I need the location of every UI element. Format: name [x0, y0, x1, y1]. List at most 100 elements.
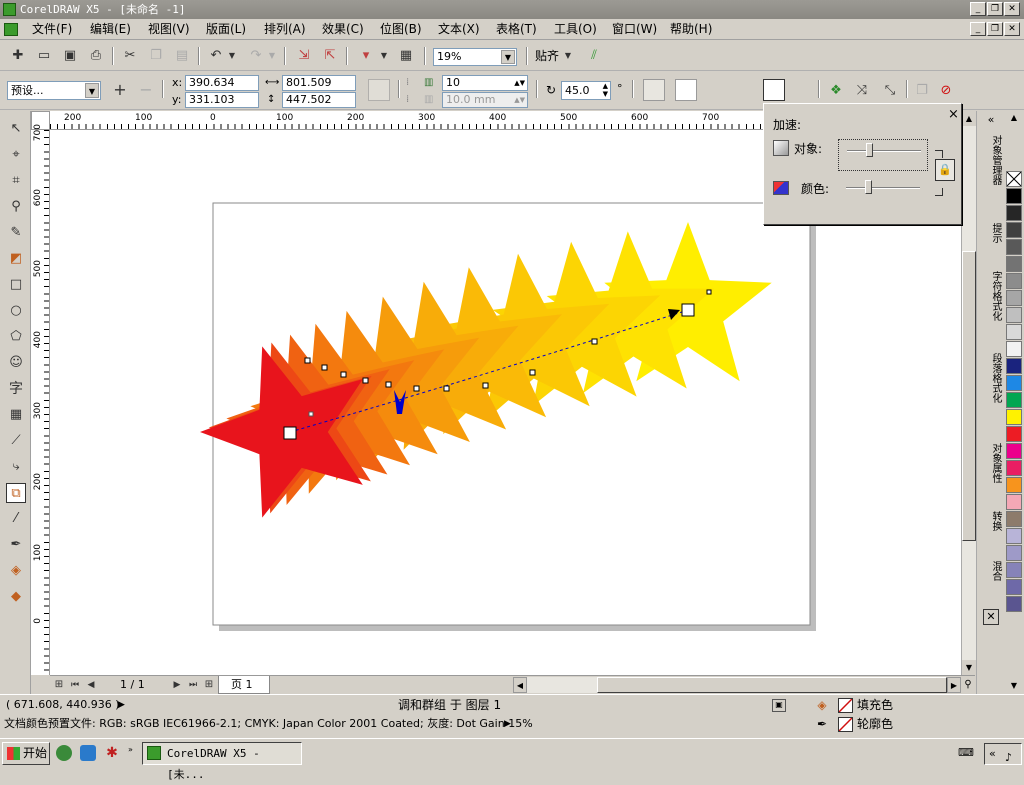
no-color-swatch[interactable] [1006, 171, 1022, 187]
scroll-down-icon[interactable]: ▼ [962, 660, 976, 675]
menu-tools[interactable]: 工具(O) [554, 22, 597, 37]
fill-tool-icon[interactable]: ◈ [6, 561, 26, 581]
navigator-icon[interactable]: ⚲ [961, 677, 975, 693]
blend-steps-input[interactable]: 10 ▲▼ [442, 75, 528, 91]
scroll-left-icon[interactable]: ◀ [513, 677, 527, 693]
chevron-down-icon[interactable]: ▼ [85, 83, 99, 98]
import-icon[interactable]: ⇲ [294, 46, 314, 66]
eyedropper-tool-icon[interactable]: ⁄ [6, 509, 26, 529]
step-node[interactable] [443, 385, 450, 392]
docker-tab-hints[interactable]: 提示 [981, 223, 1001, 243]
expand-dockers-icon[interactable]: « [981, 113, 1001, 127]
docker-tab-paragraph-formatting[interactable]: 段落格式化 [981, 353, 1001, 403]
fill-color-swatch[interactable] [838, 698, 853, 713]
browser-quicklaunch-icon[interactable] [56, 745, 72, 761]
save-icon[interactable]: ▣ [60, 46, 80, 66]
close-button[interactable]: ✕ [1004, 2, 1020, 16]
scale-lock-icon[interactable] [368, 79, 390, 101]
redo-dropdown-icon[interactable]: ▼ [266, 46, 278, 66]
spinner-icon[interactable]: ▲▼ [603, 82, 608, 98]
last-page-icon[interactable]: ⏭ [186, 676, 200, 694]
redo-icon[interactable]: ↷ [246, 46, 266, 66]
welcome-screen-icon[interactable]: ▦ [396, 46, 416, 66]
height-input[interactable]: 447.502 mm [282, 92, 356, 120]
palette-scroll-down-icon[interactable]: ▼ [1008, 681, 1020, 693]
horizontal-scroll-track[interactable] [527, 677, 947, 693]
blend-preset-select[interactable]: 预设... ▼ [7, 81, 101, 100]
color-swatch[interactable] [1006, 579, 1022, 595]
doc-close-button[interactable]: ✕ [1004, 22, 1020, 36]
color-swatch[interactable] [1006, 188, 1022, 204]
pick-tool-icon[interactable]: ↖ [6, 119, 26, 139]
step-node[interactable] [304, 357, 311, 364]
taskbar-coreldraw-task[interactable]: CorelDRAW X5 - [未... [142, 742, 302, 781]
width-input[interactable]: 801.509 mm [282, 75, 356, 103]
text-tool-icon[interactable]: 字 [6, 379, 26, 399]
restore-button[interactable]: ❐ [987, 2, 1003, 16]
vertical-scrollbar[interactable]: ▲ ▼ [961, 111, 976, 675]
outline-pen-tool-icon[interactable]: ✒ [6, 535, 26, 555]
freehand-tool-icon[interactable]: ✎ [6, 223, 26, 243]
color-acceleration-slider[interactable] [838, 177, 928, 209]
doc-restore-button[interactable]: ❐ [987, 22, 1003, 36]
paste-icon[interactable]: ▤ [172, 46, 192, 66]
smart-fill-tool-icon[interactable]: ◩ [6, 249, 26, 269]
interactive-fill-tool-icon[interactable]: ◆ [6, 587, 26, 607]
step-node[interactable] [591, 338, 598, 345]
blend-spacing-input[interactable]: 10.0 mm ▲▼ [442, 92, 528, 108]
minimize-button[interactable]: _ [970, 2, 986, 16]
step-node[interactable] [413, 385, 420, 392]
palette-scroll-up-icon[interactable]: ▲ [1008, 113, 1020, 125]
profile-expand-icon[interactable]: ▶ [504, 717, 511, 731]
ie-quicklaunch-icon[interactable] [80, 745, 96, 761]
color-swatch[interactable] [1006, 375, 1022, 391]
menu-table[interactable]: 表格(T) [496, 22, 537, 37]
menu-file[interactable]: 文件(F) [32, 22, 72, 37]
color-swatch[interactable] [1006, 545, 1022, 561]
docker-tab-object-properties[interactable]: 对象属性 [981, 443, 1001, 483]
step-node[interactable] [482, 382, 489, 389]
crop-tool-icon[interactable]: ⌗ [6, 171, 26, 191]
menu-help[interactable]: 帮助(H) [670, 22, 712, 37]
undo-dropdown-icon[interactable]: ▼ [226, 46, 238, 66]
outline-color-swatch[interactable] [838, 717, 853, 732]
shape-tool-icon[interactable]: ⌖ [6, 145, 26, 165]
step-node[interactable] [362, 377, 369, 384]
menu-text[interactable]: 文本(X) [438, 22, 480, 37]
color-swatch[interactable] [1006, 409, 1022, 425]
scroll-up-icon[interactable]: ▲ [962, 111, 976, 126]
docker-tab-character-formatting[interactable]: 字符格式化 [981, 271, 1001, 321]
color-swatch[interactable] [1006, 511, 1022, 527]
color-swatch[interactable] [1006, 477, 1022, 493]
counterclockwise-blend-icon[interactable] [729, 79, 751, 101]
launcher-dropdown-icon[interactable]: ▼ [378, 46, 390, 66]
color-swatch[interactable] [1006, 324, 1022, 340]
basic-shapes-tool-icon[interactable]: ☺ [6, 353, 26, 373]
lock-icon[interactable]: 🔒 [935, 159, 955, 181]
open-icon[interactable]: ▭ [34, 46, 54, 66]
docker-tab-object-manager[interactable]: 对象管理器 [981, 135, 1001, 185]
ellipse-tool-icon[interactable]: ○ [6, 301, 26, 321]
color-swatch[interactable] [1006, 239, 1022, 255]
color-slider-thumb[interactable] [865, 180, 873, 194]
zoom-tool-icon[interactable]: ⚲ [6, 197, 26, 217]
add-page-after-icon[interactable]: ⊞ [202, 676, 216, 694]
connector-tool-icon[interactable]: ⤷ [6, 457, 26, 477]
copy-icon[interactable]: ❐ [146, 46, 166, 66]
blend-direction-input[interactable]: 45.0 ▲ ▼ [561, 81, 611, 100]
color-swatch[interactable] [1006, 528, 1022, 544]
color-swatch[interactable] [1006, 205, 1022, 221]
color-swatch[interactable] [1006, 222, 1022, 238]
step-node[interactable] [529, 369, 536, 376]
object-color-acceleration-icon[interactable] [763, 79, 785, 101]
next-page-icon[interactable]: ▶ [170, 676, 184, 694]
color-swatch[interactable] [1006, 273, 1022, 289]
color-swatch[interactable] [1006, 358, 1022, 374]
color-swatch[interactable] [1006, 494, 1022, 510]
vertical-scroll-thumb[interactable] [962, 251, 976, 541]
parallel-dimension-tool-icon[interactable]: ⟋ [6, 431, 26, 451]
color-swatch[interactable] [1006, 426, 1022, 442]
color-swatch[interactable] [1006, 256, 1022, 272]
loop-blend-icon[interactable] [643, 79, 665, 101]
object-acceleration-slider[interactable] [838, 139, 928, 171]
